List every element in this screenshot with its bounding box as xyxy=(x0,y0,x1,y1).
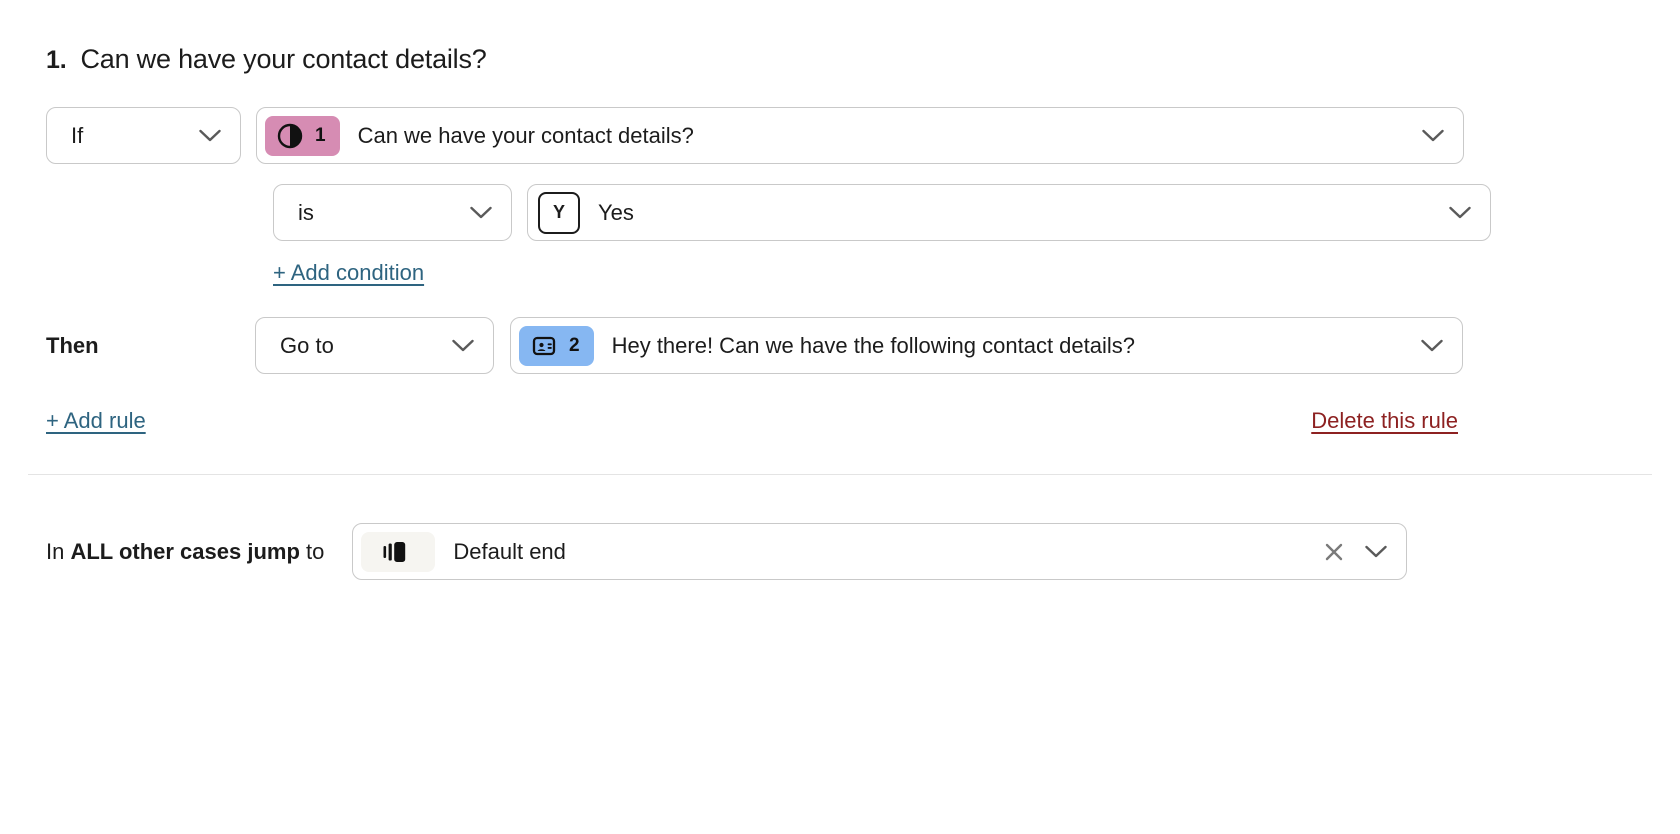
chevron-down-icon xyxy=(1354,545,1398,559)
fallback-destination-text: Default end xyxy=(453,538,566,564)
half-circle-icon xyxy=(277,123,303,149)
rule-block: If 1 Can we have your contact details? i… xyxy=(0,107,1680,434)
page-title: Can we have your contact details? xyxy=(80,44,487,74)
condition-row: is Y Yes xyxy=(0,184,1680,241)
fallback-row: In ALL other cases jump to Default end xyxy=(0,523,1680,580)
chevron-down-icon xyxy=(1411,129,1455,143)
section-divider xyxy=(28,474,1652,475)
if-question-text: Can we have your contact details? xyxy=(357,122,694,148)
add-condition-row: + Add condition xyxy=(0,260,1680,286)
contact-card-icon xyxy=(531,333,557,359)
question-number: 1. xyxy=(46,46,67,74)
fallback-badge xyxy=(361,531,436,572)
chevron-down-icon xyxy=(459,206,503,220)
then-action-value: Go to xyxy=(280,332,334,358)
destination-badge-number: 2 xyxy=(569,334,580,356)
then-row: Then Go to 2 Hey there! Can we have the … xyxy=(0,317,1680,374)
close-icon[interactable] xyxy=(1314,541,1354,563)
chevron-down-icon xyxy=(1438,206,1482,220)
then-destination-select[interactable]: 2 Hey there! Can we have the following c… xyxy=(510,317,1463,374)
delete-rule-link[interactable]: Delete this rule xyxy=(1311,408,1458,434)
if-question-select[interactable]: 1 Can we have your contact details? xyxy=(256,107,1464,164)
if-condition-type-select[interactable]: If xyxy=(46,107,241,164)
fallback-label: In ALL other cases jump to xyxy=(46,539,324,565)
then-destination-text: Hey there! Can we have the following con… xyxy=(611,332,1135,358)
rule-actions: + Add rule Delete this rule xyxy=(0,408,1680,434)
answer-select[interactable]: Y Yes xyxy=(527,184,1491,241)
fallback-prefix: In xyxy=(46,538,71,564)
question-heading: 1. Can we have your contact details? xyxy=(0,0,1680,75)
add-rule-link[interactable]: + Add rule xyxy=(46,408,146,434)
if-condition-type-value: If xyxy=(71,122,84,148)
answer-text: Yes xyxy=(598,199,634,225)
operator-select[interactable]: is xyxy=(273,184,512,241)
ending-icon xyxy=(381,539,409,565)
chevron-down-icon xyxy=(1410,339,1454,353)
answer-key-badge: Y xyxy=(538,191,580,234)
fallback-destination-select[interactable]: Default end xyxy=(352,523,1408,580)
operator-value: is xyxy=(298,199,314,225)
question-badge: 1 xyxy=(265,115,340,156)
fallback-suffix: to xyxy=(299,538,325,564)
destination-badge: 2 xyxy=(519,325,594,366)
chevron-down-icon xyxy=(441,339,485,353)
logic-rule-editor: 1. Can we have your contact details? If xyxy=(0,0,1680,834)
if-row: If 1 Can we have your contact details? xyxy=(0,107,1680,164)
question-badge-number: 1 xyxy=(315,124,326,146)
then-action-select[interactable]: Go to xyxy=(255,317,494,374)
add-condition-link[interactable]: + Add condition xyxy=(273,260,424,286)
then-label: Then xyxy=(46,332,99,358)
fallback-emphasis: ALL other cases jump xyxy=(70,538,300,564)
chevron-down-icon xyxy=(188,129,232,143)
